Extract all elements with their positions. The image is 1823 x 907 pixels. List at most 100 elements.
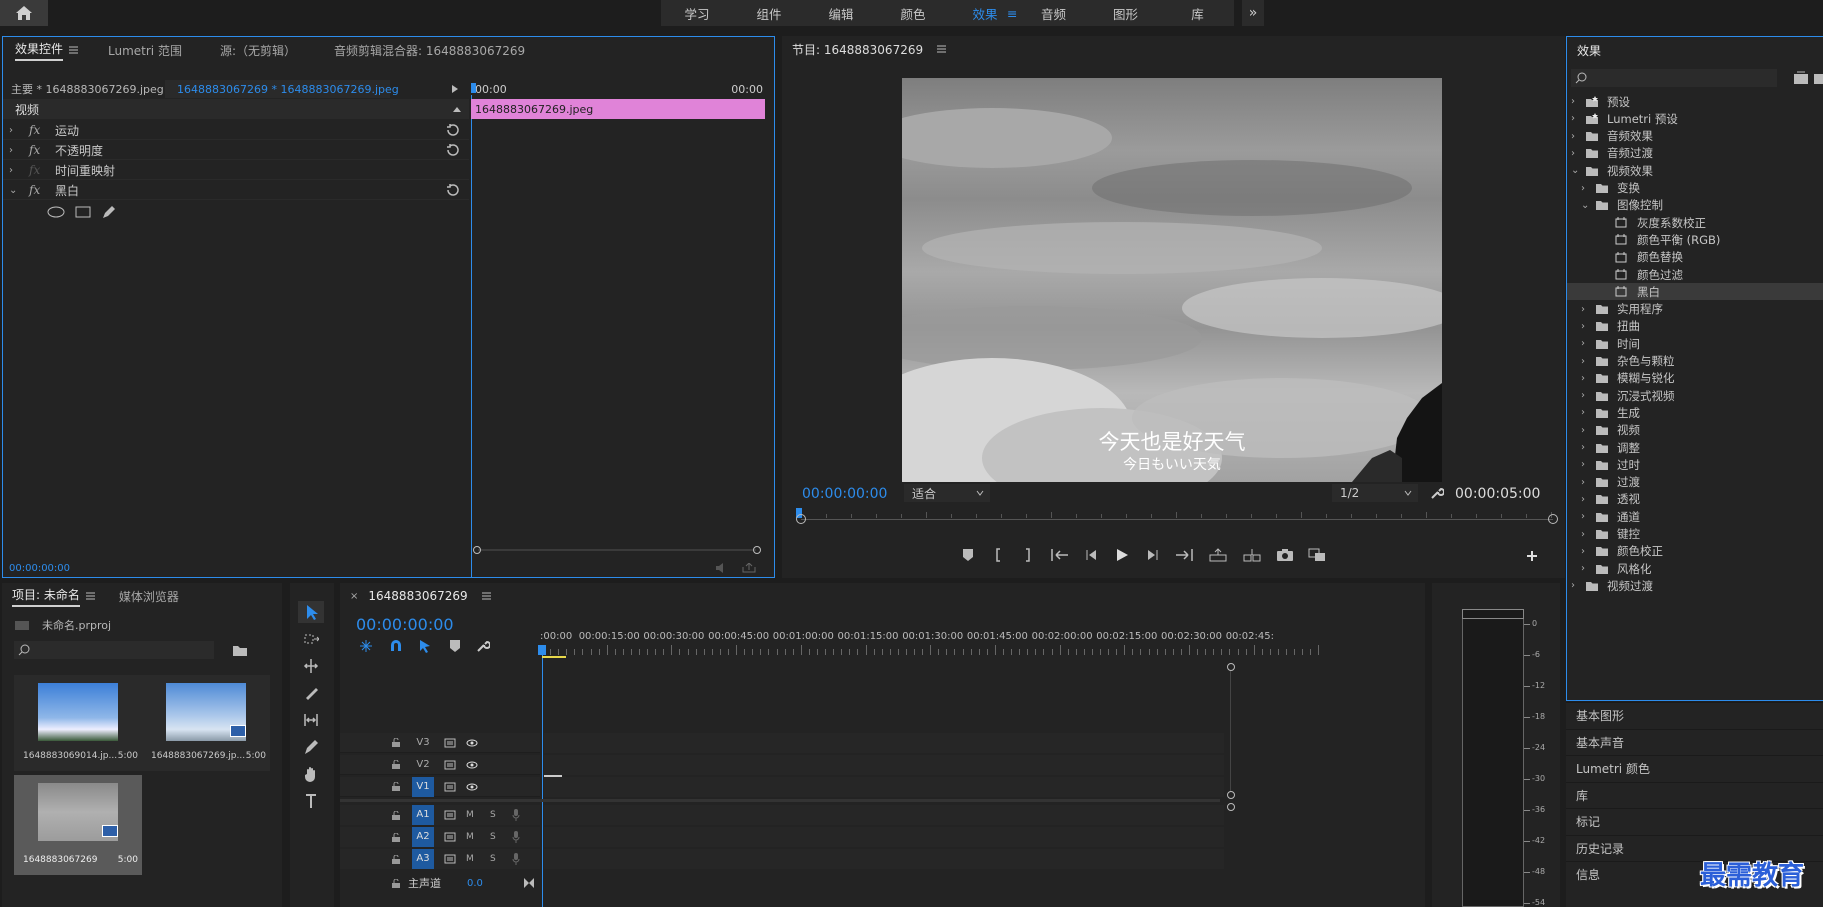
go-to-out-icon[interactable] (1174, 548, 1194, 562)
chevron-right-icon[interactable]: › (1581, 563, 1595, 574)
effect-row-0[interactable]: › fx 运动 (3, 121, 469, 140)
track-target-V1[interactable]: V1 (412, 776, 434, 797)
effect-tree-item-17[interactable]: › 沉浸式视频 (1567, 387, 1823, 404)
effect-tree-item-7[interactable]: 灰度系数校正 (1567, 214, 1823, 231)
side-panel-2[interactable]: Lumetri 颜色 (1566, 755, 1823, 781)
solo-button[interactable]: S (490, 832, 502, 842)
workspace-tab-2[interactable]: 编辑 (805, 4, 877, 23)
program-current-timecode[interactable]: 00:00:00:00 (802, 486, 887, 502)
effect-tree-item-19[interactable]: › 视频 (1567, 422, 1823, 439)
step-back-icon[interactable] (1084, 548, 1100, 562)
effect-tree-item-2[interactable]: › 音频效果 (1567, 128, 1823, 145)
chevron-right-icon[interactable]: › (1581, 425, 1595, 436)
lift-icon[interactable] (1208, 548, 1228, 562)
tab-media-browser[interactable]: 媒体浏览器 (119, 588, 179, 605)
chevron-right-icon[interactable]: › (1571, 580, 1585, 591)
project-thumb-2[interactable]: 1648883067269.jp... 5:00 (142, 675, 270, 771)
track-lane-A1[interactable] (544, 805, 1224, 825)
sync-lock-icon[interactable] (444, 854, 456, 864)
rectangle-mask-icon[interactable] (75, 206, 91, 218)
chevron-down-icon[interactable]: ⌄ (1571, 165, 1585, 176)
master-track-value[interactable]: 0.0 (467, 878, 483, 889)
chevron-right-icon[interactable]: › (1581, 356, 1595, 367)
effect-tree-item-23[interactable]: › 透视 (1567, 491, 1823, 508)
ec-clip-bar[interactable]: 1648883067269.jpeg (471, 99, 765, 119)
track-target-V2[interactable]: V2 (412, 759, 434, 770)
workspace-tab-5[interactable]: 音频 (1017, 4, 1089, 23)
lock-icon[interactable] (392, 810, 408, 820)
chevron-right-icon[interactable]: › (1581, 183, 1595, 194)
tab-lumetri-scopes[interactable]: Lumetri 范围 (108, 42, 182, 59)
lock-icon[interactable] (392, 782, 408, 791)
side-panel-3[interactable]: 库 (1566, 781, 1823, 808)
ellipse-mask-icon[interactable] (47, 206, 65, 218)
lock-icon[interactable] (392, 878, 408, 888)
track-target-A1[interactable]: A1 (412, 805, 434, 825)
chevron-right-icon[interactable]: › (1581, 338, 1595, 349)
sync-lock-icon[interactable] (444, 760, 456, 770)
go-to-in-icon[interactable] (1050, 548, 1070, 562)
side-panel-4[interactable]: 标记 (1566, 808, 1823, 834)
track-target-A2[interactable]: A2 (412, 827, 434, 847)
reset-icon[interactable] (445, 124, 459, 136)
effects-title[interactable]: 效果 (1577, 42, 1601, 59)
effect-tree-item-1[interactable]: › Lumetri 预设 (1567, 110, 1823, 127)
mic-icon[interactable] (512, 853, 520, 865)
sync-lock-icon[interactable] (444, 832, 456, 842)
effect-tree-item-4[interactable]: ⌄ 视频效果 (1567, 162, 1823, 179)
tab-source[interactable]: 源:（无剪辑） (220, 42, 296, 59)
step-forward-icon[interactable] (1144, 548, 1160, 562)
play-icon[interactable] (1114, 548, 1130, 562)
effect-tree-item-25[interactable]: › 键控 (1567, 526, 1823, 543)
timeline-vscroll[interactable] (1225, 663, 1235, 907)
project-search-input[interactable] (14, 641, 214, 659)
eye-icon[interactable] (466, 761, 478, 769)
chevron-right-icon[interactable]: › (1571, 96, 1585, 107)
menu-icon[interactable] (85, 592, 95, 600)
razor-tool-icon[interactable] (298, 682, 324, 704)
chevron-right-icon[interactable]: › (1581, 407, 1595, 418)
play-only-icon[interactable] (452, 85, 458, 93)
lock-icon[interactable] (392, 854, 408, 864)
effect-tree-item-27[interactable]: › 风格化 (1567, 560, 1823, 577)
ec-playhead[interactable] (471, 83, 476, 93)
program-title[interactable]: 节目: 1648883067269 (792, 41, 923, 58)
track-lane-V1[interactable] (544, 777, 1224, 797)
effects-search-input[interactable] (1571, 69, 1777, 87)
chevron-right-icon[interactable]: › (1581, 511, 1595, 522)
add-button-icon[interactable] (1526, 550, 1538, 562)
track-select-tool-icon[interactable] (298, 628, 324, 650)
add-marker-icon[interactable] (960, 548, 976, 562)
mark-in-icon[interactable] (990, 548, 1006, 562)
track-lane-V2[interactable] (544, 755, 1224, 775)
sync-lock-icon[interactable] (444, 810, 456, 820)
mute-button[interactable]: M (466, 810, 478, 820)
chevron-right-icon[interactable]: › (1581, 390, 1595, 401)
chevron-down-icon[interactable]: ⌄ (3, 185, 17, 196)
chevron-right-icon[interactable]: › (1581, 304, 1595, 315)
camera-icon[interactable] (1276, 548, 1294, 562)
track-lane-V3[interactable] (544, 733, 1224, 753)
workspace-tab-7[interactable]: 库 (1161, 4, 1233, 23)
menu-icon[interactable]: ≡ (1007, 6, 1017, 21)
32bit-effects-icon[interactable] (1813, 71, 1823, 85)
track-lane-A3[interactable] (544, 849, 1224, 869)
solo-button[interactable]: S (490, 854, 502, 864)
extract-icon[interactable] (1242, 548, 1262, 562)
effect-row-1[interactable]: › fx 不透明度 (3, 141, 469, 160)
effect-tree-item-14[interactable]: › 时间 (1567, 335, 1823, 352)
effect-tree-item-21[interactable]: › 过时 (1567, 456, 1823, 473)
tab-sequence[interactable]: 1648883067269 (368, 589, 467, 603)
chevron-right-icon[interactable]: › (1571, 131, 1585, 142)
type-tool-icon[interactable] (298, 790, 324, 812)
effect-tree-item-24[interactable]: › 通道 (1567, 508, 1823, 525)
linked-selection-icon[interactable] (418, 639, 434, 653)
collapse-up-icon[interactable] (453, 106, 461, 112)
effect-tree-item-18[interactable]: › 生成 (1567, 404, 1823, 421)
tab-audio-clip-mixer[interactable]: 音频剪辑混合器: 1648883067269 (334, 42, 525, 59)
chevron-right-icon[interactable]: › (1581, 442, 1595, 453)
timeline-settings-icon[interactable] (476, 639, 490, 653)
effect-tree-item-13[interactable]: › 扭曲 (1567, 318, 1823, 335)
track-lane-A2[interactable] (544, 827, 1224, 847)
mute-button[interactable]: M (466, 832, 478, 842)
